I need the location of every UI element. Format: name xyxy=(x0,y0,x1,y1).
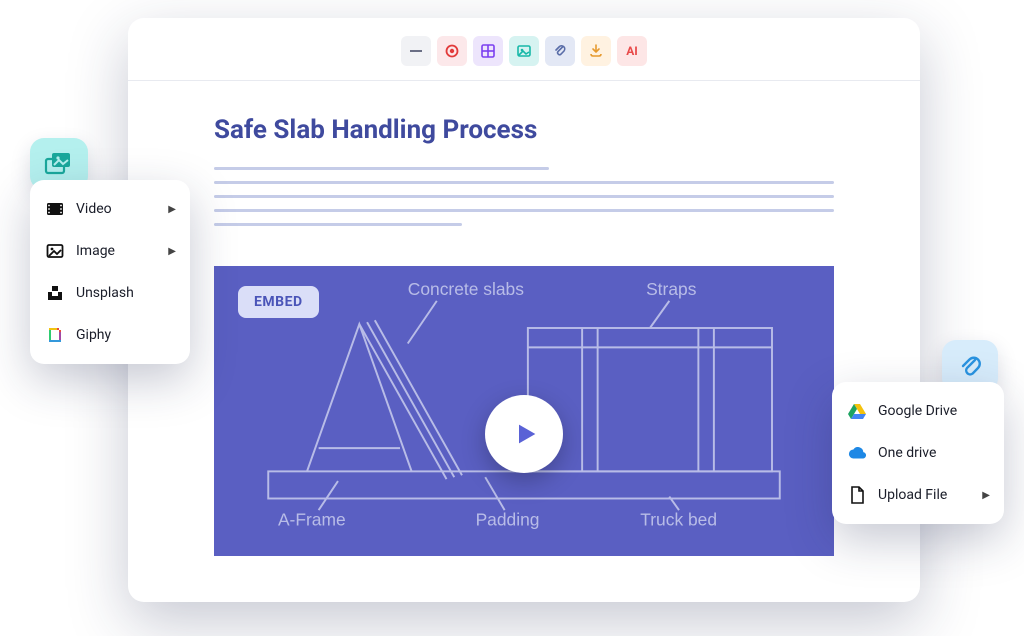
page-title: Safe Slab Handling Process xyxy=(214,115,834,145)
menu-item-video[interactable]: Video ▶ xyxy=(30,188,190,230)
text-placeholder-line xyxy=(214,209,834,212)
menu-item-label: One drive xyxy=(878,445,936,461)
menu-item-label: Image xyxy=(76,243,115,259)
tool-media[interactable] xyxy=(509,36,539,66)
svg-text:Concrete slabs: Concrete slabs xyxy=(408,279,524,299)
toolbar: AI xyxy=(128,18,920,81)
google-drive-icon xyxy=(848,402,866,420)
menu-item-label: Upload File xyxy=(878,487,947,503)
tool-ai[interactable]: AI xyxy=(617,36,647,66)
play-button[interactable] xyxy=(485,395,563,473)
menu-item-label: Google Drive xyxy=(878,403,957,419)
giphy-icon xyxy=(46,326,64,344)
media-menu: Video ▶ Image ▶ Unsplash Giphy xyxy=(30,180,190,364)
menu-item-image[interactable]: Image ▶ xyxy=(30,230,190,272)
menu-item-unsplash[interactable]: Unsplash xyxy=(30,272,190,314)
text-placeholder-line xyxy=(214,167,549,170)
menu-item-label: Giphy xyxy=(76,327,111,343)
tool-import[interactable] xyxy=(581,36,611,66)
svg-text:Padding: Padding xyxy=(476,510,540,530)
menu-item-label: Video xyxy=(76,201,112,217)
tool-attach[interactable] xyxy=(545,36,575,66)
file-icon xyxy=(848,486,866,504)
chevron-right-icon: ▶ xyxy=(982,490,990,501)
menu-item-label: Unsplash xyxy=(76,285,134,301)
menu-item-google-drive[interactable]: Google Drive xyxy=(832,390,1004,432)
text-placeholder-line xyxy=(214,181,834,184)
document-body: Safe Slab Handling Process Concrete slab… xyxy=(128,81,920,556)
editor-window: AI Safe Slab Handling Process Concrete s… xyxy=(128,18,920,602)
unsplash-icon xyxy=(46,284,64,302)
chevron-right-icon: ▶ xyxy=(168,246,176,257)
image-icon xyxy=(46,242,64,260)
tool-divider[interactable] xyxy=(401,36,431,66)
menu-item-giphy[interactable]: Giphy xyxy=(30,314,190,356)
text-placeholder-line xyxy=(214,195,834,198)
text-placeholder-line xyxy=(214,223,462,226)
paperclip-icon xyxy=(957,352,983,380)
embed-badge: EMBED xyxy=(238,286,319,318)
embedded-media: Concrete slabs Straps A-Frame Padding Tr… xyxy=(214,266,834,556)
tool-table[interactable] xyxy=(473,36,503,66)
menu-item-one-drive[interactable]: One drive xyxy=(832,432,1004,474)
svg-text:Straps: Straps xyxy=(646,279,697,299)
svg-text:Truck bed: Truck bed xyxy=(640,510,717,530)
onedrive-icon xyxy=(848,444,866,462)
tool-record[interactable] xyxy=(437,36,467,66)
video-icon xyxy=(46,200,64,218)
play-icon xyxy=(512,420,540,448)
media-stack-icon xyxy=(44,151,74,177)
chevron-right-icon: ▶ xyxy=(168,204,176,215)
menu-item-upload-file[interactable]: Upload File ▶ xyxy=(832,474,1004,516)
attach-menu: Google Drive One drive Upload File ▶ xyxy=(832,382,1004,524)
svg-text:A-Frame: A-Frame xyxy=(278,510,346,530)
